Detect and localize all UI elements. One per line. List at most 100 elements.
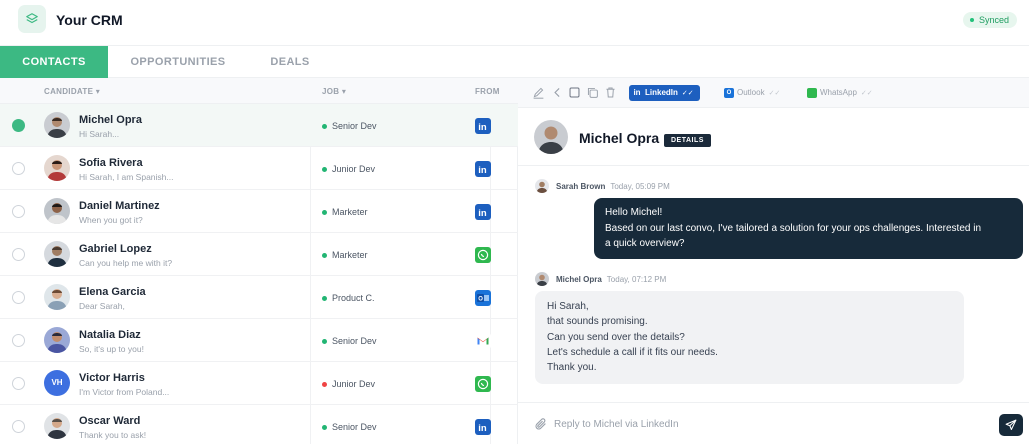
contact-name: Gabriel Lopez: [79, 243, 152, 255]
message-preview: Dear Sarah,: [79, 301, 125, 311]
details-button[interactable]: DETAILS: [664, 134, 711, 147]
channel-tab-linkedin[interactable]: in LinkedIn ✓✓: [629, 85, 700, 101]
contact-profile: Michel Opra DETAILS: [518, 108, 1029, 166]
message-author: Michel Opra: [556, 275, 602, 284]
conversation-panel: in LinkedIn ✓✓ O Outlook ✓✓ WhatsApp ✓✓ Mic…: [518, 78, 1029, 444]
double-check-icon: ✓✓: [768, 90, 781, 97]
contact-name: Victor Harris: [79, 372, 145, 384]
outlook-icon: O: [724, 88, 734, 98]
avatar: [44, 413, 70, 439]
copy-icon[interactable]: [586, 86, 599, 99]
sync-status-badge: Synced: [962, 12, 1017, 28]
outlook-icon[interactable]: O: [475, 290, 491, 306]
tab-deals[interactable]: DEALS: [252, 46, 328, 78]
conversation-toolbar: in LinkedIn ✓✓ O Outlook ✓✓ WhatsApp ✓✓: [518, 78, 1029, 108]
message-time: Today, 07:12 PM: [606, 275, 667, 284]
trash-icon[interactable]: [604, 86, 617, 99]
column-job[interactable]: JOB ▾: [322, 87, 346, 96]
message-preview: So, it's up to you!: [79, 344, 144, 354]
chevron-left-icon[interactable]: [551, 86, 564, 99]
table-row[interactable]: Elena Garcia Dear Sarah, Product C. O: [0, 276, 518, 319]
job-title: Marketer: [322, 250, 368, 260]
table-row[interactable]: Michel Opra Hi Sarah... Senior Dev in: [0, 104, 518, 147]
svg-text:in: in: [478, 423, 487, 434]
contact-name: Oscar Ward: [79, 415, 141, 427]
message-bubble-incoming: Hi Sarah, that sounds promising. Can you…: [535, 291, 964, 384]
main-tabs: CONTACTS OPPORTUNITIES DEALS: [0, 46, 1029, 78]
message-author: Sarah Brown: [556, 182, 606, 191]
row-select-radio[interactable]: [12, 248, 25, 261]
table-row[interactable]: Natalia Diaz So, it's up to you! Senior …: [0, 319, 518, 362]
checkbox-icon[interactable]: [568, 86, 581, 99]
row-select-radio[interactable]: [12, 119, 25, 132]
table-row[interactable]: Gabriel Lopez Can you help me with it? M…: [0, 233, 518, 276]
job-title: Senior Dev: [322, 422, 377, 432]
row-select-radio[interactable]: [12, 334, 25, 347]
send-icon: [1005, 419, 1017, 431]
reply-input[interactable]: [554, 415, 974, 433]
row-select-radio[interactable]: [12, 205, 25, 218]
job-title: Senior Dev: [322, 336, 377, 346]
message-time: Today, 05:09 PM: [610, 182, 670, 191]
linkedin-icon[interactable]: in: [475, 204, 491, 220]
tab-opportunities[interactable]: OPPORTUNITIES: [120, 46, 236, 78]
edit-icon[interactable]: [532, 86, 545, 99]
svg-text:in: in: [478, 208, 487, 219]
message-preview: Can you help me with it?: [79, 258, 173, 268]
whatsapp-icon[interactable]: [475, 247, 491, 263]
message-preview: When you got it?: [79, 215, 143, 225]
avatar: [534, 120, 568, 154]
message-meta: Michel Opra Today, 07:12 PM: [556, 275, 666, 284]
svg-text:in: in: [478, 122, 487, 133]
table-row[interactable]: Sofia Rivera Hi Sarah, I am Spanish... J…: [0, 147, 518, 190]
message-preview: I'm Victor from Poland...: [79, 387, 170, 397]
message-preview: Thank you to ask!: [79, 430, 147, 440]
table-row[interactable]: Daniel Martinez When you got it? Markete…: [0, 190, 518, 233]
avatar: [44, 327, 70, 353]
linkedin-icon[interactable]: in: [475, 118, 491, 134]
avatar: [44, 155, 70, 181]
row-select-radio[interactable]: [12, 377, 25, 390]
reply-composer: [518, 402, 1029, 444]
contact-name: Daniel Martinez: [79, 200, 160, 212]
row-select-radio[interactable]: [12, 420, 25, 433]
app-title: Your CRM: [56, 12, 123, 28]
table-header: CANDIDATE ▾ JOB ▾ FROM: [0, 78, 518, 104]
layers-logo-icon[interactable]: [18, 5, 46, 33]
table-row[interactable]: VH Victor Harris I'm Victor from Poland.…: [0, 362, 518, 405]
avatar: [44, 284, 70, 310]
svg-text:in: in: [478, 165, 487, 176]
message-meta: Sarah Brown Today, 05:09 PM: [556, 182, 670, 191]
row-select-radio[interactable]: [12, 291, 25, 304]
paperclip-icon[interactable]: [534, 417, 548, 431]
contact-name: Michel Opra: [579, 130, 660, 146]
message-preview: Hi Sarah, I am Spanish...: [79, 172, 174, 182]
tab-contacts[interactable]: CONTACTS: [0, 46, 108, 78]
contact-name: Natalia Diaz: [79, 329, 141, 341]
avatar: [44, 241, 70, 267]
channel-tab-outlook[interactable]: O Outlook ✓✓: [721, 85, 780, 101]
table-row[interactable]: Oscar Ward Thank you to ask! Senior Dev …: [0, 405, 518, 444]
linkedin-icon[interactable]: in: [475, 419, 491, 435]
job-title: Junior Dev: [322, 379, 375, 389]
whatsapp-icon: [807, 88, 817, 98]
avatar: [44, 198, 70, 224]
contact-name: Elena Garcia: [79, 286, 146, 298]
linkedin-icon: in: [633, 88, 641, 97]
channel-tab-whatsapp[interactable]: WhatsApp ✓✓: [804, 85, 873, 101]
whatsapp-icon[interactable]: [475, 376, 491, 392]
send-button[interactable]: [999, 414, 1023, 436]
row-select-radio[interactable]: [12, 162, 25, 175]
contact-name: Michel Opra: [79, 114, 142, 126]
linkedin-icon[interactable]: in: [475, 161, 491, 177]
app-header: Your CRM Synced: [0, 0, 1029, 46]
message-preview: Hi Sarah...: [79, 129, 120, 139]
avatar: [44, 112, 70, 138]
double-check-icon: ✓✓: [860, 90, 873, 97]
column-candidate[interactable]: CANDIDATE ▾: [44, 87, 100, 96]
double-check-icon: ✓✓: [681, 90, 694, 97]
job-title: Junior Dev: [322, 164, 375, 174]
gmail-icon[interactable]: [475, 333, 491, 349]
contact-name: Sofia Rivera: [79, 157, 143, 169]
contacts-table: CANDIDATE ▾ JOB ▾ FROM Michel Opra Hi Sa…: [0, 78, 518, 444]
